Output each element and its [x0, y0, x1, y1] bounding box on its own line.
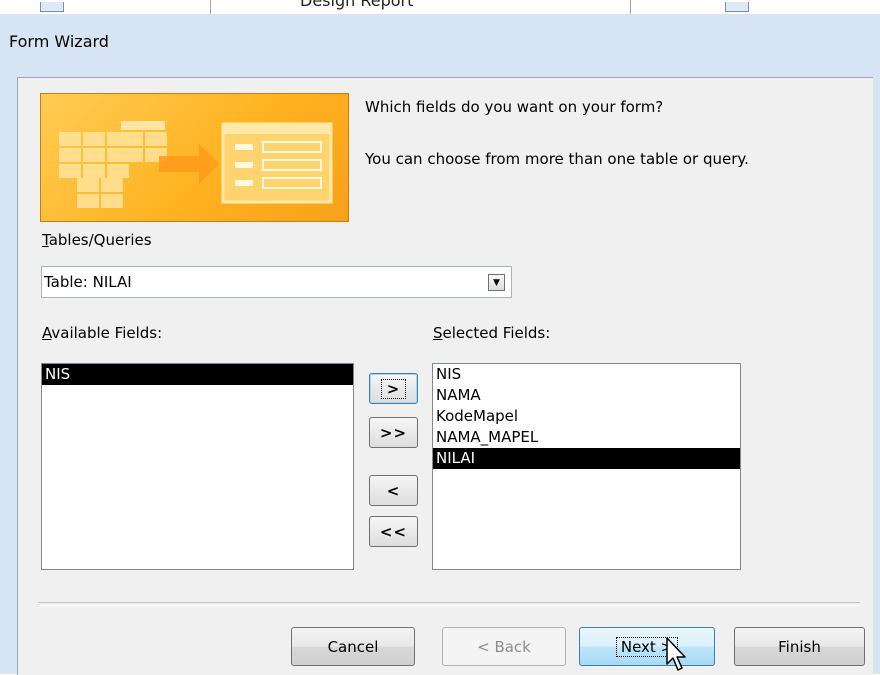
list-item[interactable]: NILAI — [433, 448, 740, 469]
add-field-button[interactable]: > — [369, 373, 418, 404]
finish-button[interactable]: Finish — [734, 627, 865, 666]
form-wizard-art-icon — [59, 121, 333, 208]
tables-queries-value: Table: NILAI — [44, 273, 132, 291]
list-item[interactable]: NIS — [433, 364, 740, 385]
background-report-icon — [725, 2, 749, 12]
list-item[interactable]: NAMA — [433, 385, 740, 406]
selected-fields-list[interactable]: NIS NAMA KodeMapel NAMA_MAPEL NILAI — [432, 363, 741, 570]
background-window-strip: Design Report — [0, 0, 880, 14]
available-fields-list[interactable]: NIS — [41, 363, 354, 570]
remove-field-button[interactable]: < — [369, 475, 418, 506]
available-fields-label: Available Fields: — [42, 324, 163, 342]
tables-queries-combobox[interactable]: Table: NILAI ▼ — [41, 266, 512, 298]
chevron-down-icon: ▼ — [493, 277, 500, 288]
form-wizard-dialog: Form Wizard Which fields do you want on … — [0, 14, 880, 675]
mouse-pointer-icon — [666, 637, 686, 671]
intro-question: Which fields do you want on your form? — [365, 98, 664, 116]
intro-hint: You can choose from more than one table … — [365, 150, 749, 168]
background-table-icon — [40, 2, 64, 12]
list-item[interactable]: NAMA_MAPEL — [433, 427, 740, 448]
next-button[interactable]: Next > — [579, 627, 715, 666]
list-item[interactable]: NIS — [42, 364, 353, 385]
dialog-client-area: Which fields do you want on your form? Y… — [17, 77, 873, 675]
dialog-title: Form Wizard — [9, 32, 109, 51]
background-title: Design Report — [300, 0, 414, 10]
background-divider — [210, 0, 211, 14]
back-button[interactable]: < Back — [442, 627, 566, 666]
wizard-illustration — [40, 93, 349, 222]
selected-fields-label: Selected Fields: — [433, 324, 551, 342]
list-item[interactable]: KodeMapel — [433, 406, 740, 427]
dialog-titlebar[interactable]: Form Wizard — [0, 14, 880, 64]
tables-queries-label: Tables/Queries — [42, 231, 152, 249]
dropdown-button[interactable]: ▼ — [488, 274, 505, 291]
add-all-fields-button[interactable]: >> — [369, 417, 418, 448]
button-separator — [38, 602, 860, 606]
cancel-button[interactable]: Cancel — [291, 627, 415, 666]
remove-all-fields-button[interactable]: << — [369, 516, 418, 547]
background-divider — [630, 0, 631, 14]
